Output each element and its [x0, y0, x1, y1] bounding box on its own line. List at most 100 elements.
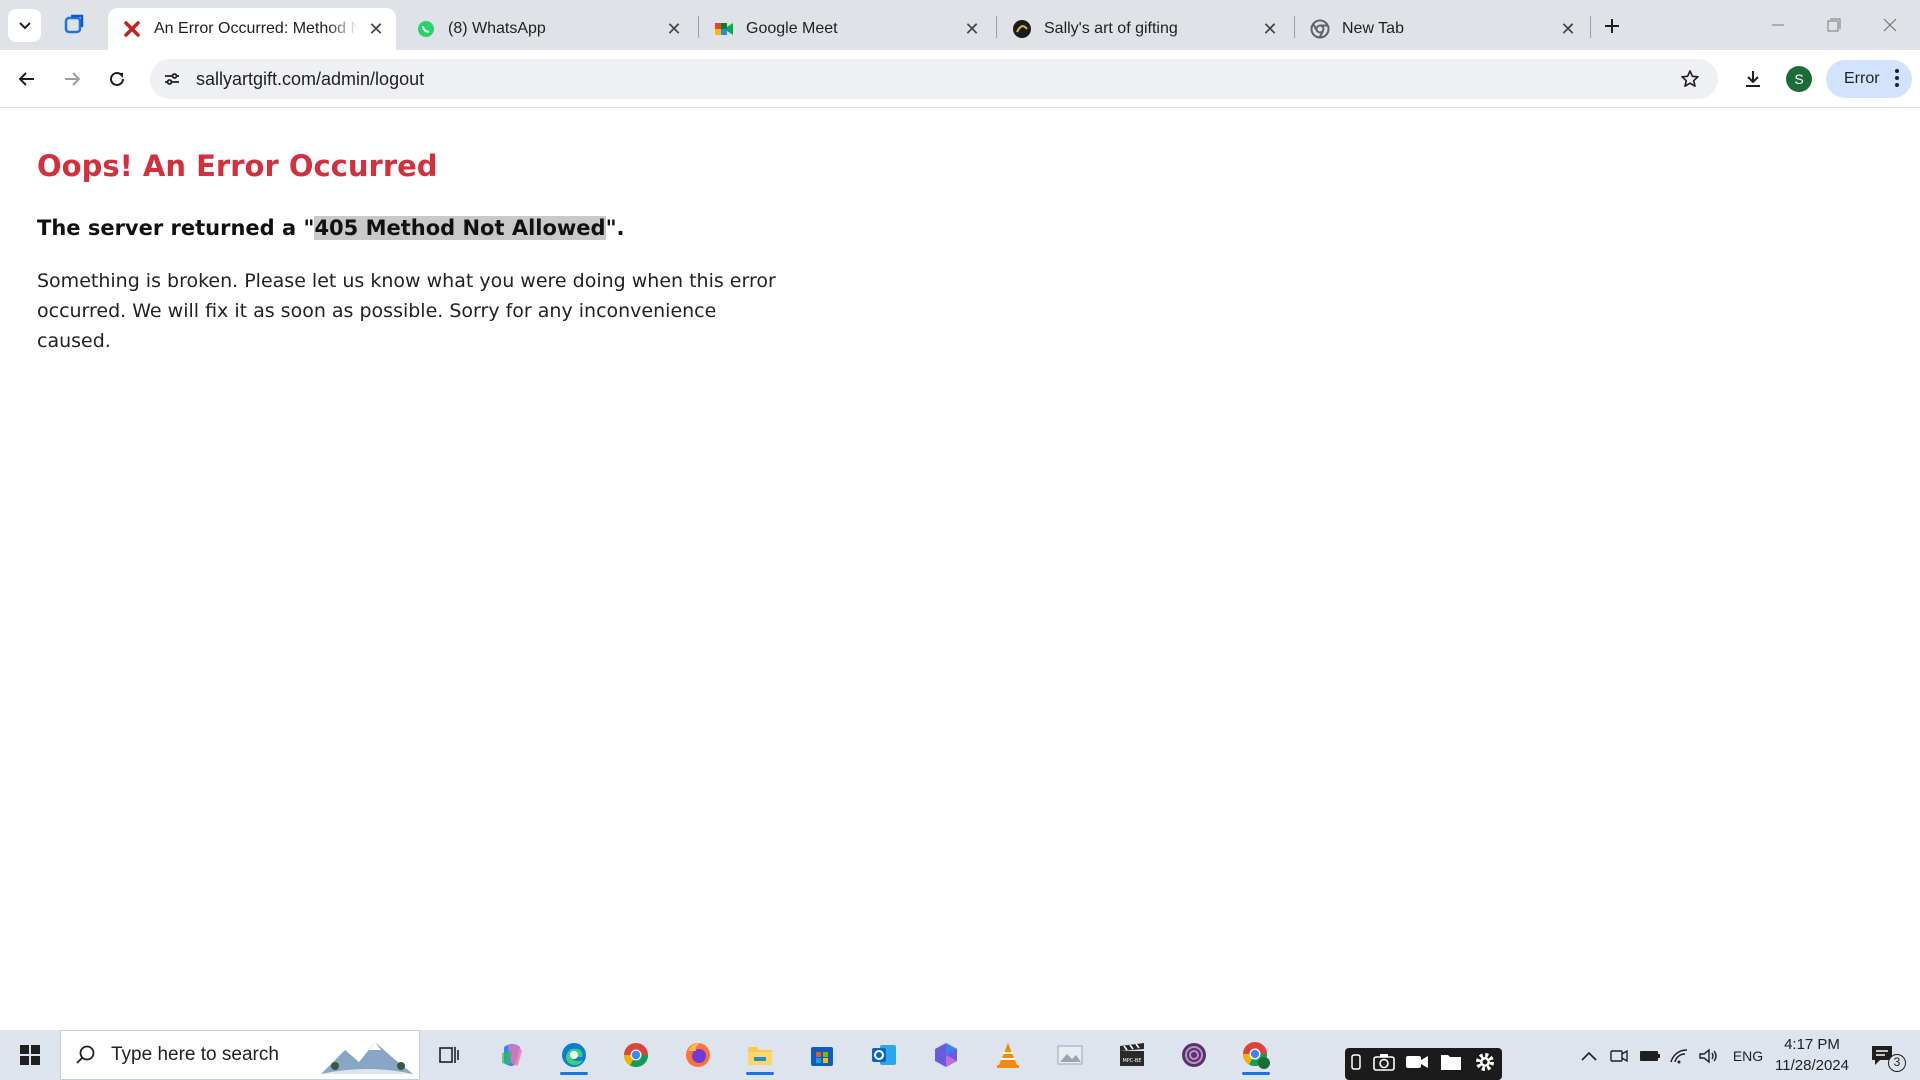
tab-error[interactable]: An Error Occurred: Method Not Allowed ✕: [108, 8, 396, 50]
camera-icon[interactable]: [1373, 1053, 1395, 1076]
task-view-icon[interactable]: [426, 1035, 474, 1075]
tab-separator: [1590, 16, 1591, 38]
tab-title: (8) WhatsApp: [448, 20, 546, 37]
back-button[interactable]: [10, 62, 44, 96]
tab-new-tab[interactable]: New Tab ✕: [1296, 8, 1588, 50]
status-code-highlight: 405 Method Not Allowed: [314, 216, 606, 240]
firefox-icon[interactable]: [674, 1035, 722, 1075]
minimize-button[interactable]: [1750, 0, 1806, 50]
plus-icon: [1605, 19, 1619, 33]
tab-sally[interactable]: Sally's art of gifting ✕: [998, 8, 1290, 50]
reload-button[interactable]: [100, 62, 134, 96]
bookmark-star-icon[interactable]: [1674, 63, 1706, 95]
tab-strip: An Error Occurred: Method Not Allowed ✕ …: [0, 0, 1920, 50]
search-icon: [76, 1045, 95, 1064]
battery-icon[interactable]: [1638, 1043, 1662, 1069]
windows-icon: [20, 1045, 40, 1065]
language-indicator[interactable]: ENG: [1728, 1043, 1768, 1069]
red-x-icon: [122, 19, 142, 39]
copilot-icon[interactable]: [488, 1035, 536, 1075]
vlc-icon[interactable]: [984, 1035, 1032, 1075]
subheading-suffix: ".: [605, 216, 625, 240]
chrome-icon[interactable]: [612, 1035, 660, 1075]
screen-capture-toolbar: [1345, 1048, 1502, 1080]
google-meet-icon: [714, 19, 734, 39]
address-bar[interactable]: sallyartgift.com/admin/logout: [150, 59, 1718, 99]
notification-count-badge: 3: [1888, 1054, 1906, 1072]
settings-gear-icon[interactable]: [1473, 1050, 1497, 1079]
meet-now-icon[interactable]: [1608, 1043, 1630, 1069]
tab-separator: [996, 16, 997, 38]
downloads-button[interactable]: [1736, 62, 1770, 96]
notification-center-button[interactable]: 3: [1868, 1038, 1912, 1074]
video-camera-icon[interactable]: [1405, 1054, 1429, 1075]
close-window-button[interactable]: [1862, 0, 1918, 50]
arrow-left-icon: [18, 72, 34, 86]
chrome-profile-icon[interactable]: [1232, 1035, 1280, 1075]
mountain-landscape-icon: [321, 1042, 413, 1074]
video-editor-icon[interactable]: MPC-BE: [1108, 1035, 1156, 1075]
more-vertical-icon[interactable]: [1894, 68, 1900, 93]
file-explorer-icon[interactable]: [736, 1035, 784, 1075]
close-icon[interactable]: ✕: [962, 19, 982, 39]
wifi-icon[interactable]: [1668, 1043, 1690, 1069]
taskbar-search[interactable]: Type here to search: [60, 1030, 420, 1080]
tab-title: New Tab: [1342, 20, 1404, 37]
close-icon[interactable]: ✕: [366, 19, 386, 39]
photos-icon[interactable]: [1046, 1035, 1094, 1075]
chevron-up-icon[interactable]: [1578, 1043, 1600, 1069]
profile-avatar[interactable]: S: [1786, 66, 1812, 92]
outlook-icon[interactable]: [860, 1035, 908, 1075]
url-text: sallyartgift.com/admin/logout: [196, 68, 425, 89]
tab-title: An Error Occurred: Method Not Allowed: [154, 20, 358, 37]
tab-separator: [1294, 16, 1295, 38]
chevron-down-icon: [18, 21, 31, 29]
minimize-icon: [1772, 24, 1784, 26]
start-button[interactable]: [6, 1035, 54, 1075]
browser-toolbar: sallyartgift.com/admin/logout S Error: [0, 50, 1920, 108]
close-icon[interactable]: ✕: [664, 19, 684, 39]
tab-title: Google Meet: [746, 20, 838, 37]
pinned-app-icon: [64, 14, 84, 34]
reload-icon: [110, 71, 124, 86]
site-settings-icon[interactable]: [154, 61, 190, 97]
taskbar: Type here to search MPC-BE: [0, 1030, 1920, 1080]
pen-icon[interactable]: [1350, 1053, 1362, 1075]
restore-button[interactable]: [1806, 0, 1862, 50]
clock-date: 11/28/2024: [1775, 1057, 1849, 1074]
new-tab-button[interactable]: [1596, 10, 1628, 42]
tab-google-meet[interactable]: Google Meet ✕: [700, 8, 992, 50]
folder-icon[interactable]: [1440, 1053, 1462, 1076]
error-heading: Oops! An Error Occurred: [37, 149, 438, 183]
error-subheading: The server returned a "405 Method Not Al…: [37, 216, 625, 240]
svg-text:MPC-BE: MPC-BE: [1122, 1058, 1141, 1064]
error-chip[interactable]: Error: [1826, 60, 1912, 98]
sally-logo-icon: [1012, 19, 1032, 39]
close-icon: [1883, 18, 1897, 32]
tab-title: Sally's art of gifting: [1044, 20, 1178, 37]
error-message: Something is broken. Please let us know …: [37, 270, 776, 352]
chrome-icon: [1310, 19, 1330, 39]
pinned-tab[interactable]: [56, 9, 92, 41]
clock-time: 4:17 PM: [1784, 1036, 1840, 1053]
whatsapp-icon: [416, 19, 436, 39]
edge-icon[interactable]: [550, 1035, 598, 1075]
page-content: Oops! An Error Occurred The server retur…: [0, 109, 1920, 1030]
download-icon: [1746, 71, 1760, 87]
restore-icon: [1827, 18, 1841, 32]
subheading-prefix: The server returned a ": [37, 216, 315, 240]
search-placeholder: Type here to search: [111, 1044, 279, 1065]
tab-search-button[interactable]: [8, 9, 41, 42]
system-clock[interactable]: 4:17 PM 11/28/2024: [1772, 1034, 1852, 1076]
arrow-right-icon: [65, 72, 81, 86]
close-icon[interactable]: ✕: [1260, 19, 1280, 39]
volume-icon[interactable]: [1697, 1043, 1719, 1069]
tor-browser-icon[interactable]: [1170, 1035, 1218, 1075]
microsoft-store-icon[interactable]: [798, 1035, 846, 1075]
error-chip-label: Error: [1844, 70, 1880, 87]
tab-whatsapp[interactable]: (8) WhatsApp ✕: [402, 8, 694, 50]
close-icon[interactable]: ✕: [1558, 19, 1578, 39]
m365-icon[interactable]: [922, 1035, 970, 1075]
tab-separator: [698, 16, 699, 38]
forward-button[interactable]: [55, 62, 89, 96]
